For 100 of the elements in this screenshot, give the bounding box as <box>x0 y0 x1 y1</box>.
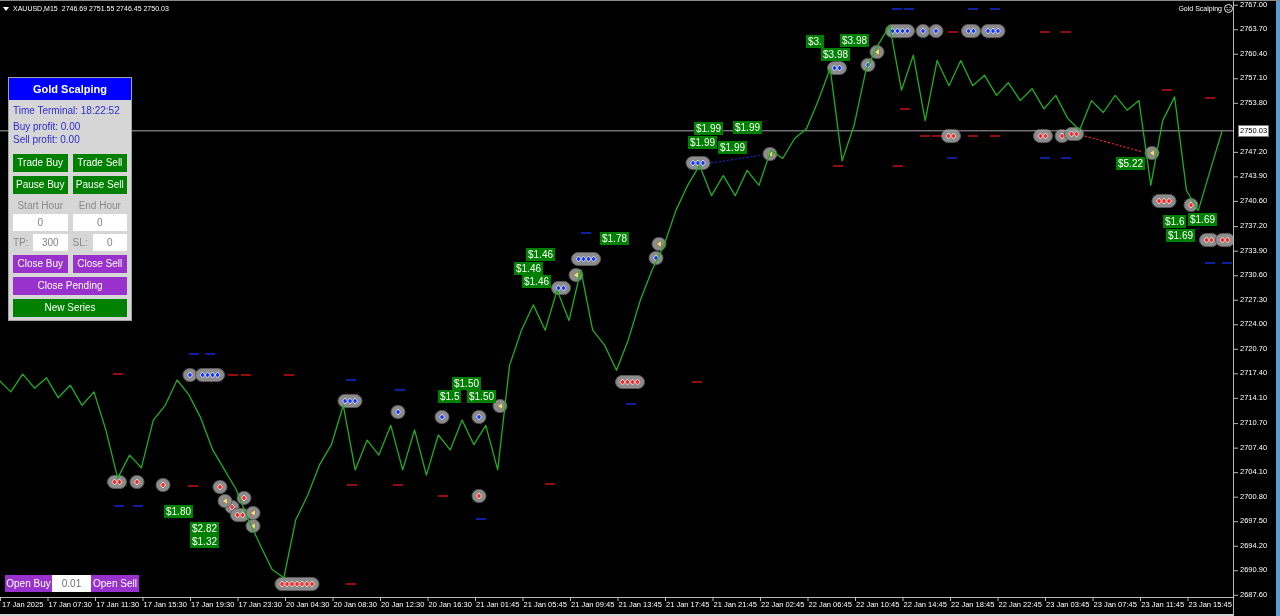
profit-label: $1.50 <box>452 377 482 390</box>
diamond-marker-icon <box>928 24 944 38</box>
trade-sell-button[interactable]: Trade Sell <box>72 154 127 172</box>
smiley-icon <box>1224 4 1233 13</box>
dash-icon <box>1204 262 1216 264</box>
dash-icon <box>832 165 844 167</box>
diamond-marker-icon <box>571 252 601 266</box>
diamond-marker-icon <box>685 156 711 170</box>
dash-icon <box>346 484 358 486</box>
dash-icon <box>625 403 637 405</box>
pause-sell-button[interactable]: Pause Sell <box>72 176 127 194</box>
diamond-marker-icon <box>337 394 363 408</box>
diamond-marker-icon <box>471 489 487 503</box>
dash-icon <box>989 8 1001 10</box>
dash-icon <box>188 353 200 355</box>
dash-icon <box>345 379 357 381</box>
triangle-marker-icon <box>217 494 233 508</box>
triangle-marker-icon <box>651 237 667 251</box>
sl-label: SL: <box>72 236 89 250</box>
dash-icon <box>1039 31 1051 33</box>
diamond-marker-icon <box>471 410 487 424</box>
dash-icon <box>187 485 199 487</box>
profit-label: $3.98 <box>840 34 870 47</box>
caret-icon[interactable] <box>3 6 9 11</box>
buy-profit-text: Buy profit: 0.00 <box>13 120 82 133</box>
profit-label: $1.32 <box>190 535 220 548</box>
dash-icon <box>989 135 1001 137</box>
dash-icon <box>394 389 406 391</box>
start-hour-label: Start Hour <box>16 198 65 212</box>
dash-icon <box>892 165 904 167</box>
lot-size-input[interactable]: 0.01 <box>52 575 91 592</box>
dash-icon <box>947 31 959 33</box>
dash-icon <box>113 505 125 507</box>
dotted-trade-line <box>710 154 763 164</box>
dash-icon <box>899 108 911 110</box>
dash-icon <box>1204 97 1216 99</box>
diamond-marker-icon <box>390 405 406 419</box>
profit-label: $1.78 <box>600 232 630 245</box>
close-pending-button[interactable]: Close Pending <box>13 277 127 295</box>
open-buy-button[interactable]: Open Buy <box>5 575 52 592</box>
profit-label: $3.98 <box>821 48 851 61</box>
close-sell-button[interactable]: Close Sell <box>72 255 127 273</box>
profit-label: $1.46 <box>526 248 556 261</box>
profit-label: $1.6 <box>1163 215 1187 228</box>
profit-label: $1.69 <box>1188 213 1218 226</box>
profit-label: $1.99 <box>688 136 718 149</box>
dash-icon <box>544 483 556 485</box>
pause-buy-button[interactable]: Pause Buy <box>13 176 68 194</box>
dash-icon <box>1039 157 1051 159</box>
dash-icon <box>967 135 979 137</box>
dash-icon <box>132 505 144 507</box>
tp-label: TP: <box>13 236 30 250</box>
dash-icon <box>1060 157 1072 159</box>
triangle-marker-icon <box>245 506 261 520</box>
dash-icon <box>967 8 979 10</box>
dash-icon <box>392 484 404 486</box>
dash-icon <box>1221 262 1233 264</box>
diamond-marker-icon <box>274 577 320 591</box>
profit-label: $1.99 <box>733 121 763 134</box>
diamond-marker-icon <box>212 480 228 494</box>
profit-label: $1.99 <box>694 122 724 135</box>
profit-label: $2.82 <box>190 522 220 535</box>
dash-icon <box>1161 89 1173 91</box>
tp-input[interactable]: 300 <box>33 234 68 251</box>
profit-label: $3. <box>806 35 824 48</box>
close-buy-button[interactable]: Close Buy <box>13 255 68 273</box>
profit-label: $1.50 <box>467 390 497 403</box>
hour-input[interactable]: 0 <box>72 214 127 231</box>
diamond-marker-icon <box>155 478 171 492</box>
diamond-marker-icon <box>1033 129 1053 143</box>
profit-label: $5.22 <box>1116 157 1146 170</box>
profit-label: $1.46 <box>514 262 544 275</box>
trade-buy-button[interactable]: Trade Buy <box>13 154 68 172</box>
diamond-marker-icon <box>107 475 127 489</box>
diamond-marker-icon <box>129 475 145 489</box>
diamond-marker-icon <box>434 410 450 424</box>
dash-icon <box>204 353 216 355</box>
end-hour-label: End Hour <box>77 198 122 212</box>
diamond-marker-icon <box>1183 198 1199 212</box>
dash-icon <box>112 373 124 375</box>
panel-title: Gold Scalping <box>9 78 131 100</box>
profit-label: $1.99 <box>718 141 748 154</box>
profit-label: $1.5 <box>438 390 462 403</box>
terminal-time-text: Time Terminal: 18:22:52 <box>13 104 121 118</box>
diamond-marker-icon <box>941 129 961 143</box>
dash-icon <box>946 157 958 159</box>
diamond-marker-icon <box>1215 233 1233 247</box>
new-series-button[interactable]: New Series <box>13 299 127 317</box>
hour-input[interactable]: 0 <box>13 214 68 231</box>
dash-icon <box>1060 31 1072 33</box>
diamond-marker-icon <box>1151 194 1177 208</box>
sell-profit-text: Sell profit: 0.00 <box>13 133 81 146</box>
open-sell-button[interactable]: Open Sell <box>91 575 139 592</box>
dash-icon <box>345 583 357 585</box>
profit-label: $1.46 <box>522 275 552 288</box>
sl-input[interactable]: 0 <box>92 234 127 251</box>
diamond-marker-icon <box>615 375 645 389</box>
dash-icon <box>691 381 703 383</box>
diamond-marker-icon <box>980 24 1006 38</box>
dash-icon <box>580 232 592 234</box>
